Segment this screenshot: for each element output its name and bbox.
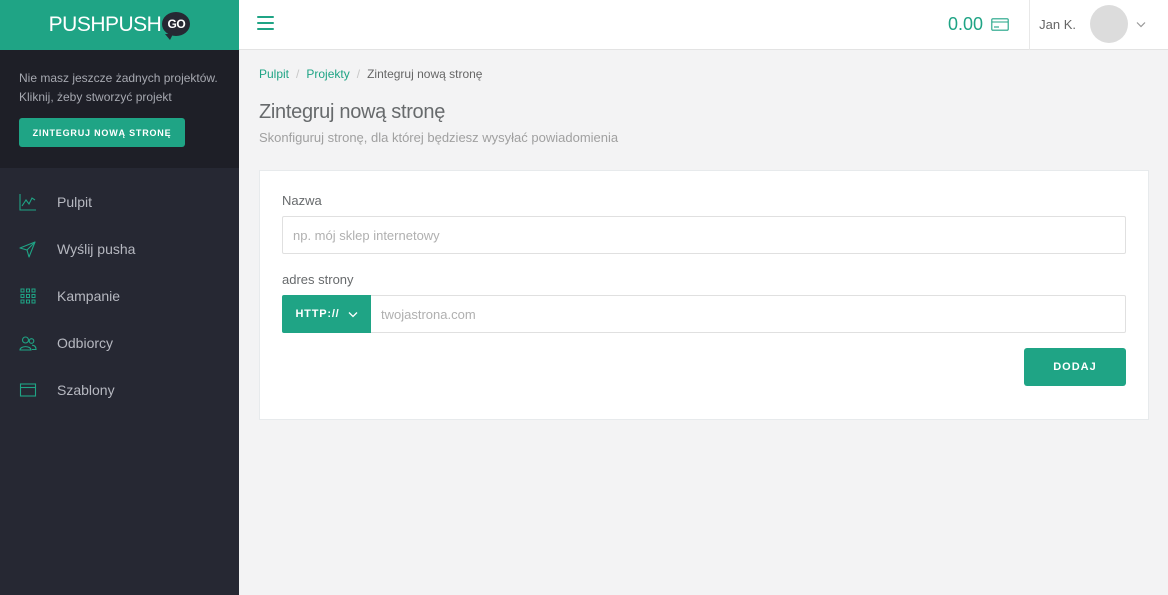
window-icon [19,381,37,399]
avatar [1090,5,1128,43]
main-content: Pulpit / Projekty / Zintegruj nową stron… [259,50,1149,420]
url-input[interactable] [371,295,1126,333]
balance-value: 0.00 [947,14,983,34]
breadcrumb-link-projekty[interactable]: Projekty [306,67,349,81]
protocol-select-button[interactable]: HTTP:// [282,295,371,333]
top-header: 0.00 Jan K. [239,0,1168,50]
integrate-new-site-button[interactable]: ZINTEGRUJ NOWĄ STRONĘ [19,118,185,147]
sidebar-item-campaigns[interactable]: Kampanie [0,272,239,319]
protocol-select-value: HTTP:// [295,308,340,320]
send-icon [19,240,37,258]
integration-form-card: Nazwa adres strony HTTP:// DODAJ [259,170,1149,420]
sidebar-item-templates[interactable]: Szablony [0,366,239,413]
sidebar-nav: Pulpit Wyślij pusha Kampanie Odbiorcy Sz… [0,168,239,413]
no-projects-message: Nie masz jeszcze żadnych projektów. [19,71,218,85]
sidebar-item-label: Wyślij pusha [57,240,136,257]
chevron-down-icon [348,311,358,318]
sidebar: PUSHPUSH GO Nie masz jeszcze żadnych pro… [0,0,239,595]
url-input-group: HTTP:// [282,295,1126,333]
integration-form: Nazwa adres strony HTTP:// DODAJ [260,171,1148,386]
breadcrumb: Pulpit / Projekty / Zintegruj nową stron… [259,50,1149,81]
breadcrumb-link-pulpit[interactable]: Pulpit [259,67,289,81]
breadcrumb-separator: / [356,67,361,81]
breadcrumb-current: Zintegruj nową stronę [367,67,483,81]
name-input[interactable] [282,216,1126,254]
header-divider [1029,0,1030,50]
sidebar-item-label: Pulpit [57,193,93,210]
chevron-down-icon [1136,21,1146,28]
hamburger-icon[interactable] [257,16,274,32]
sidebar-item-label: Kampanie [57,287,121,304]
sidebar-item-label: Odbiorcy [57,334,114,351]
credit-card-icon [991,18,1009,31]
sidebar-item-label: Szablony [57,381,115,398]
chart-line-icon [19,193,37,211]
users-icon [19,334,37,352]
user-name: Jan K. [1039,16,1076,32]
name-label: Nazwa [282,193,322,208]
no-projects-panel: Nie masz jeszcze żadnych projektów. Klik… [0,50,239,168]
add-button[interactable]: DODAJ [1024,348,1126,386]
account-balance[interactable]: 0.00 [948,14,1009,35]
logo-bar: PUSHPUSH GO [0,0,239,50]
no-projects-hint: Kliknij, żeby stworzyć projekt [19,90,172,104]
breadcrumb-separator: / [296,67,300,81]
grid-icon [19,287,37,305]
form-actions: DODAJ [282,348,1126,386]
sidebar-item-recipients[interactable]: Odbiorcy [0,319,239,366]
page-subtitle: Skonfiguruj stronę, dla której będziesz … [259,130,619,145]
page-title: Zintegruj nową stronę [259,101,446,123]
url-label: adres strony [282,272,354,287]
sidebar-item-send-push[interactable]: Wyślij pusha [0,225,239,272]
user-menu[interactable]: Jan K. [1039,5,1146,43]
logo[interactable]: PUSHPUSH GO [48,12,191,40]
sidebar-item-pulpit[interactable]: Pulpit [0,178,239,225]
logo-badge: GO [162,12,191,40]
logo-text: PUSHPUSH [48,13,162,36]
